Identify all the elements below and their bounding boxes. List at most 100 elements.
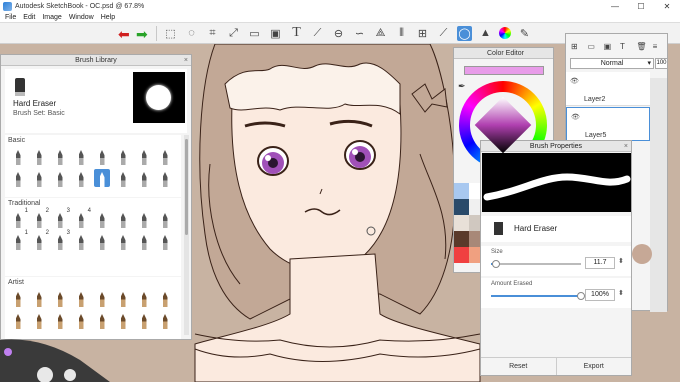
circle-icon[interactable]: ◯ [457,25,472,41]
current-color-swatch[interactable] [464,66,544,75]
brush-preset-icon[interactable] [94,147,110,165]
minimize-button[interactable]: — [602,0,628,12]
add-layer-icon[interactable]: ⊞ [571,42,583,51]
layer-row[interactable]: 👁 Layer5 [566,107,650,141]
text-layer-icon[interactable]: T [620,42,632,51]
brush-preset-icon[interactable] [157,210,173,228]
amount-erased-value-field[interactable]: 100% [585,289,615,301]
brush-preset-icon[interactable] [10,311,26,329]
brush-preset-icon[interactable]: 1 [10,230,28,250]
layer-menu-icon[interactable]: ≡ [653,42,665,51]
grid-icon[interactable]: ⊞ [415,26,430,41]
size-slider-knob[interactable] [491,260,500,268]
brush-preset-icon[interactable] [115,147,131,165]
layer-row[interactable]: 👁 Layer2 [566,72,650,106]
menu-image[interactable]: Image [42,14,61,21]
color-swatch[interactable] [454,183,469,199]
brush-preset-icon[interactable] [115,289,131,307]
maximize-button[interactable]: ☐ [628,0,654,12]
brush-preset-icon[interactable] [10,169,26,187]
select-icon[interactable]: ⬚ [163,26,178,41]
color-swatch[interactable] [454,215,469,231]
brush-preset-icon[interactable] [52,289,68,307]
lasso-icon[interactable]: ◌ [184,26,199,41]
text-icon[interactable]: T [289,25,304,41]
brush-preset-icon[interactable]: 4 [73,208,91,228]
brush-preset-icon[interactable] [136,147,152,165]
brush-preset-icon[interactable] [115,210,131,228]
brush-preset-icon[interactable]: 3 [52,208,70,228]
brush-preset-icon[interactable] [115,169,131,187]
brush-preset-icon[interactable] [157,289,173,307]
menu-file[interactable]: File [5,14,16,21]
color-swatch[interactable] [454,199,469,215]
brush-preset-icon[interactable] [157,232,173,250]
brush-preset-icon[interactable] [73,311,89,329]
visibility-icon[interactable]: 👁 [570,77,579,85]
color-editor-title-bar[interactable]: Color Editor [454,48,553,59]
fill-icon[interactable]: ▣ [268,26,283,41]
brush-preset-icon[interactable] [94,289,110,307]
symmetry-icon[interactable]: ⫴ [394,26,409,41]
folder-icon[interactable]: ▭ [587,42,599,51]
image-layer-icon[interactable]: ▣ [604,42,616,51]
size-stepper-icon[interactable]: ⬍ [618,257,624,265]
brush-preset-icon[interactable] [94,210,110,228]
brush-preset-icon[interactable] [31,289,47,307]
brush-preset-icon[interactable] [157,147,173,165]
amount-erased-stepper-icon[interactable]: ⬍ [618,289,624,297]
undo-icon[interactable]: ⬅ [118,26,130,43]
perspective-icon[interactable]: ⟁ [373,26,388,41]
color-wheel-icon[interactable] [499,27,511,39]
brush-preset-icon[interactable] [73,147,89,165]
export-button[interactable]: Export [555,358,632,375]
brush-preset-icon[interactable] [136,311,152,329]
brush-preset-icon[interactable]: 2 [31,208,49,228]
eyedropper-icon[interactable]: ✒ [458,81,466,92]
brush-preset-icon[interactable] [73,289,89,307]
brush-preset-icon[interactable] [73,169,89,187]
ruler-icon[interactable]: ⟋ [310,26,325,41]
brush-preset-icon[interactable] [94,311,110,329]
crop-icon[interactable]: ⌗ [205,26,220,41]
menu-edit[interactable]: Edit [23,14,35,21]
brush-preset-icon[interactable] [31,169,47,187]
delete-layer-icon[interactable]: 🗑 [636,42,648,51]
size-value-field[interactable]: 11.7 [585,257,615,269]
distort-icon[interactable]: ▭ [247,26,262,41]
amount-erased-slider-knob[interactable] [577,292,585,300]
brush-library-close-button[interactable]: × [184,55,188,66]
brush-preset-icon[interactable] [52,169,68,187]
brush-preset-icon[interactable] [10,147,26,165]
lagoon-menu[interactable] [0,330,110,382]
brush-preset-icon[interactable] [136,232,152,250]
brush-preset-icon[interactable] [94,232,110,250]
brush-preset-icon[interactable] [115,232,131,250]
stroke-icon[interactable]: ⟋ [436,26,451,41]
brush-preset-icon[interactable] [157,169,173,187]
brush-properties-close-button[interactable]: × [624,141,628,152]
redo-icon[interactable]: ➡ [136,26,148,43]
brush-preset-icon[interactable] [52,311,68,329]
brush-preset-icon[interactable] [52,147,68,165]
brush-preset-icon[interactable]: 1 [10,208,28,228]
reset-button[interactable]: Reset [481,358,556,375]
brush-library-title-bar[interactable]: Brush Library × [1,55,191,66]
brush-preset-icon[interactable] [73,232,89,250]
brush-preset-icon[interactable] [136,169,152,187]
color-swatch[interactable] [454,247,469,263]
brush-preset-icon[interactable]: 3 [52,230,70,250]
close-button[interactable]: ✕ [654,0,680,12]
layer-opacity-field[interactable]: 100 [655,58,668,69]
brush-icon[interactable]: ✎ [517,26,532,41]
visibility-icon[interactable]: 👁 [571,113,580,121]
size-slider-track[interactable] [491,263,581,265]
menu-window[interactable]: Window [69,14,94,21]
brush-preset-icon[interactable] [136,289,152,307]
brush-preset-icon[interactable] [94,169,110,187]
background-color-swatch[interactable] [632,244,652,264]
brush-preset-icon[interactable] [10,289,26,307]
brush-preset-icon[interactable] [136,210,152,228]
ellipse-guide-icon[interactable]: ⊖ [331,26,346,41]
brush-preset-icon[interactable] [115,311,131,329]
